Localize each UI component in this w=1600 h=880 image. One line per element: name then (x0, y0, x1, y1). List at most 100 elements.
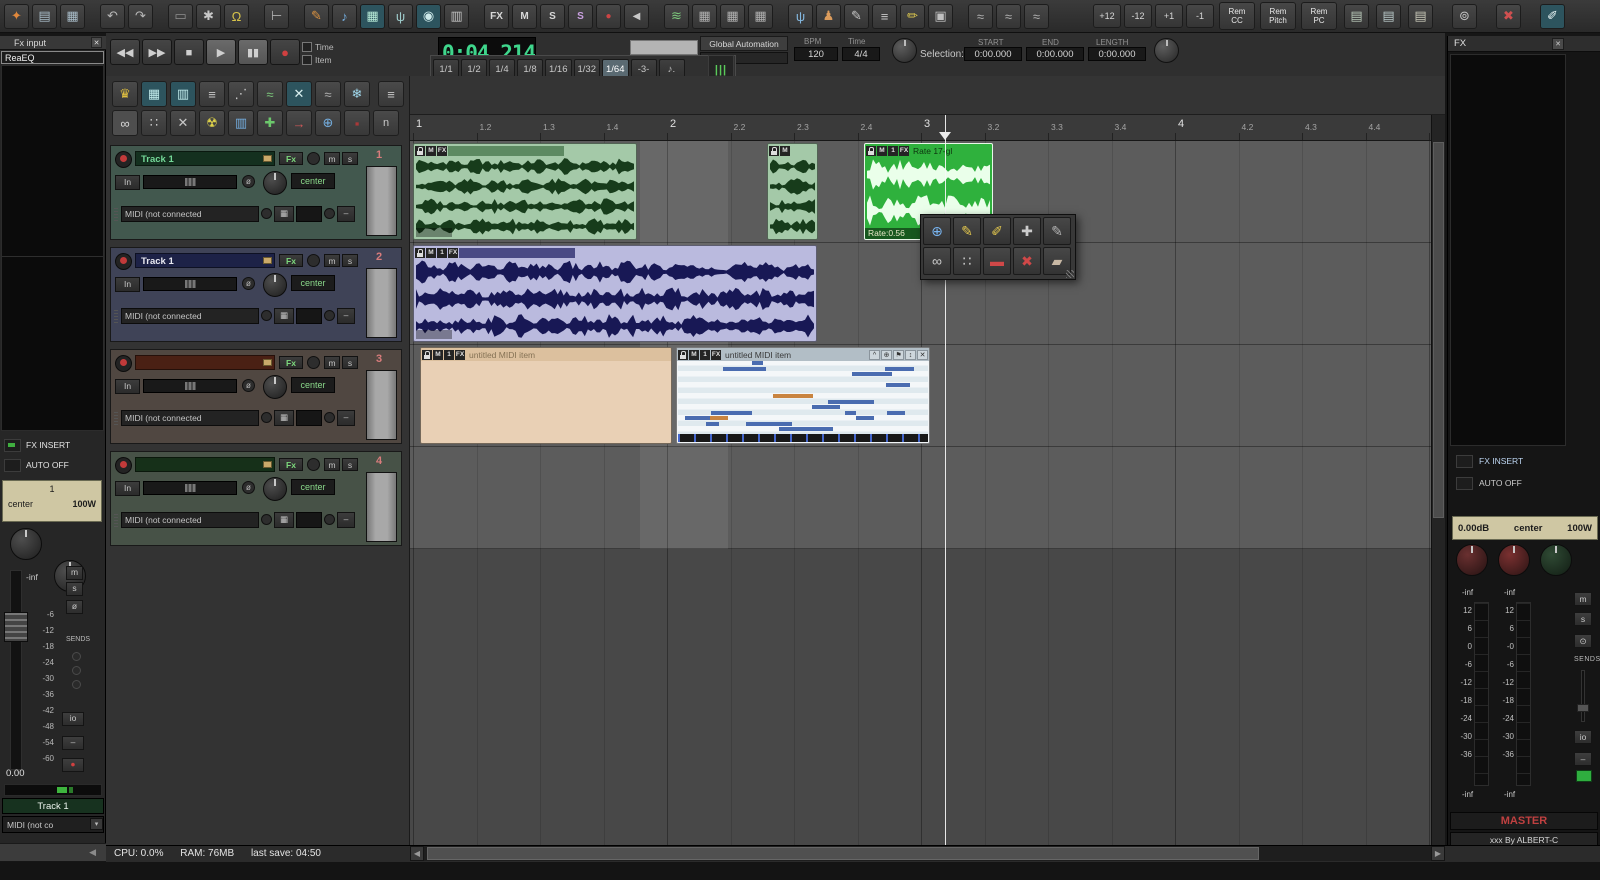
mixer-track-name[interactable]: Track 1 (2, 798, 104, 814)
solo-defeat-badge-icon[interactable]: S (568, 4, 593, 29)
fx-input-list[interactable] (1, 65, 104, 431)
timesig-value[interactable]: 4/4 (842, 47, 880, 61)
routing-lines-icon[interactable]: ≋ (664, 4, 689, 29)
envelope-button[interactable] (307, 254, 320, 267)
midi-plug-icon[interactable]: ψ (388, 4, 413, 29)
volume-slider[interactable] (143, 277, 237, 291)
reaper-logo-icon[interactable]: ✦ (4, 4, 29, 29)
master-send-slider[interactable] (1581, 670, 1585, 722)
grid-matrix-icon[interactable]: ∷ (141, 110, 167, 136)
phase-button[interactable]: ø (242, 481, 255, 494)
record-button[interactable]: ● (270, 39, 300, 65)
master-mute-button[interactable]: m (1574, 592, 1592, 606)
mute-button[interactable]: m (324, 458, 340, 471)
close-icon[interactable]: ✕ (1552, 38, 1564, 50)
menu-icon[interactable]: ≡ (378, 81, 404, 107)
master-auto-button[interactable] (1456, 477, 1473, 490)
pan-knob[interactable] (263, 171, 287, 195)
input-button[interactable]: In (115, 481, 140, 496)
fx-button[interactable]: Fx (279, 458, 303, 471)
horizontal-scrollbar[interactable]: ◀ ▶ (410, 846, 1445, 861)
volume-slider-handle[interactable] (184, 381, 197, 391)
play-cursor-marker[interactable] (939, 132, 951, 140)
mute-button[interactable]: m (324, 356, 340, 369)
fold-button[interactable]: – (337, 410, 355, 426)
midi-input-select[interactable]: MIDI (not co (2, 816, 104, 833)
midi-item-untitled[interactable]: M1FXuntitled MIDI item (420, 347, 672, 444)
env-monitor-button[interactable] (324, 208, 335, 219)
routing-button[interactable]: ▦ (274, 308, 294, 324)
go-to-start-button[interactable]: ◀◀ (110, 39, 140, 65)
input-monitor-button[interactable] (261, 208, 272, 219)
midi-input-select[interactable]: MIDI (not connected (121, 206, 259, 222)
perf-meter-icon[interactable]: ⊚ (1452, 4, 1477, 29)
draw-pencil-icon[interactable]: ✎ (844, 4, 869, 29)
solo-badge-icon[interactable]: S (540, 4, 565, 29)
fold-button[interactable]: – (337, 512, 355, 528)
pan-knob[interactable] (10, 528, 42, 560)
pan-knob[interactable] (263, 375, 287, 399)
pan-center-button[interactable]: center (291, 479, 335, 495)
selection-knob[interactable] (1154, 38, 1179, 63)
fold-button[interactable]: – (337, 206, 355, 222)
pan-width-display[interactable]: 1 center 100W (2, 480, 102, 522)
audio-item-1[interactable]: MFX (413, 143, 637, 240)
piano-view-icon[interactable]: ▥ (444, 4, 469, 29)
ripple-icon[interactable]: ✕ (170, 110, 196, 136)
phase-button[interactable]: ø (66, 600, 83, 614)
envelope-button[interactable] (307, 356, 320, 369)
env-monitor-button[interactable] (324, 514, 335, 525)
audio-item-long[interactable]: M1FX (413, 245, 817, 342)
tcp-scroll-corner[interactable]: ◀ (0, 843, 106, 861)
mute-button[interactable]: m (324, 152, 340, 165)
close-icon[interactable]: ✕ (917, 350, 928, 360)
go-to-end-button[interactable]: ▶▶ (142, 39, 172, 65)
add-track-icon[interactable]: ✚ (257, 110, 283, 136)
routing-button[interactable]: ▦ (274, 512, 294, 528)
midi-item-roll[interactable]: M1FXuntitled MIDI item^⊕⚑↕✕ (676, 347, 930, 444)
actor-icon[interactable]: ♟ (816, 4, 841, 29)
solo-button[interactable]: s (342, 254, 358, 267)
magnet-snap-icon[interactable]: Ω (224, 4, 249, 29)
cut-tool-icon[interactable]: ✖ (1496, 4, 1521, 29)
master-solo-button[interactable]: s (1574, 612, 1592, 626)
midi-hw-3-icon[interactable]: ▦ (748, 4, 773, 29)
midi-editor-icon[interactable]: ▦ (141, 81, 167, 107)
auto-mode-button[interactable] (4, 459, 21, 472)
record-arm-button[interactable] (115, 457, 132, 474)
volume-slider[interactable] (143, 379, 237, 393)
record-arm-button[interactable]: ● (62, 758, 84, 772)
solo-button[interactable]: s (342, 458, 358, 471)
midi-editor-2-icon[interactable]: ▥ (170, 81, 196, 107)
fold-button[interactable]: – (62, 736, 84, 750)
envelope-button[interactable] (307, 458, 320, 471)
pan-center-button[interactable]: center (291, 377, 335, 393)
fold-button[interactable]: – (337, 308, 355, 324)
rem-cc-button[interactable]: RemCC (1219, 2, 1255, 30)
fold-icon[interactable]: ^ (869, 350, 880, 360)
master-pan-knob[interactable] (1498, 544, 1530, 576)
input-button[interactable]: In (115, 175, 140, 190)
mute-button[interactable]: m (324, 254, 340, 267)
redo-icon[interactable]: ↷ (128, 4, 153, 29)
solo-button[interactable]: s (66, 582, 83, 596)
master-volume-knob[interactable] (1456, 544, 1488, 576)
midi-input-select[interactable]: MIDI (not connected (121, 308, 259, 324)
grid-toggle-icon[interactable]: ▦ (360, 4, 385, 29)
fx-insert-button[interactable] (4, 439, 21, 452)
bpm-value[interactable]: 120 (794, 47, 838, 61)
midi-hw-1-icon[interactable]: ▦ (692, 4, 717, 29)
glue-tool-icon[interactable]: ∞ (923, 247, 951, 275)
draw-tool-icon[interactable]: ✎ (1043, 217, 1071, 245)
vertical-scrollbar[interactable] (1431, 115, 1445, 845)
zoom-icon[interactable]: ⊕ (881, 350, 892, 360)
nudge-minus12-button[interactable]: -12 (1124, 4, 1152, 28)
io-route-3-icon[interactable]: ≈ (1024, 4, 1049, 29)
solo-button[interactable]: s (342, 152, 358, 165)
freeze-icon[interactable]: ❄ (344, 81, 370, 107)
chevron-down-icon[interactable]: ▾ (90, 818, 103, 830)
audio-item-2[interactable]: M (767, 143, 818, 240)
mixer-panel-icon[interactable]: ▥ (228, 110, 254, 136)
record-arm-button[interactable] (115, 355, 132, 372)
midi-input-select[interactable]: MIDI (not connected (121, 410, 259, 426)
